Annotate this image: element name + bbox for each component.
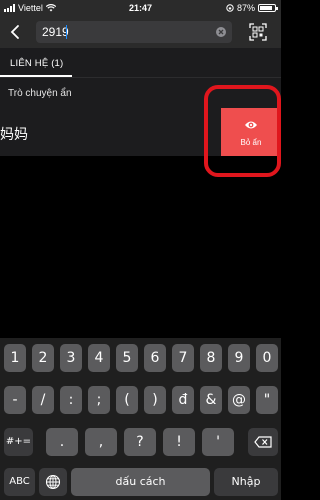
key-abc[interactable]: ABC <box>4 468 35 496</box>
status-right: 87% <box>226 3 278 13</box>
space-key[interactable]: dấu cách <box>71 468 210 496</box>
qr-scan-icon[interactable] <box>249 23 267 41</box>
key-colon[interactable]: : <box>60 386 82 414</box>
key-ampersand[interactable]: & <box>200 386 222 414</box>
search-input[interactable] <box>36 21 216 43</box>
back-chevron-icon[interactable] <box>8 23 24 41</box>
globe-icon <box>45 474 61 490</box>
key-question[interactable]: ? <box>124 428 156 456</box>
battery-icon <box>258 4 278 12</box>
key-6[interactable]: 6 <box>144 344 166 372</box>
backspace-key[interactable] <box>248 428 278 456</box>
tab-bar: LIÊN HỆ (1) <box>0 48 281 78</box>
key-9[interactable]: 9 <box>228 344 250 372</box>
key-7[interactable]: 7 <box>172 344 194 372</box>
highlight-frame <box>204 85 281 177</box>
tab-contacts[interactable]: LIÊN HỆ (1) <box>10 58 63 69</box>
key-quote[interactable]: " <box>256 386 278 414</box>
globe-key[interactable] <box>39 468 67 496</box>
key-4[interactable]: 4 <box>88 344 110 372</box>
key-0[interactable]: 0 <box>256 344 278 372</box>
key-period[interactable]: . <box>46 428 78 456</box>
contact-name: 妈妈 <box>0 127 28 143</box>
backspace-icon <box>254 436 272 448</box>
key-hyphen[interactable]: - <box>4 386 26 414</box>
search-box[interactable] <box>36 21 232 43</box>
search-header <box>0 16 281 48</box>
rotation-lock-icon <box>226 4 234 12</box>
key-more-symbols[interactable]: #+= <box>4 428 33 456</box>
key-exclamation[interactable]: ! <box>163 428 195 456</box>
key-5[interactable]: 5 <box>116 344 138 372</box>
text-caret <box>66 25 67 39</box>
key-1[interactable]: 1 <box>4 344 26 372</box>
section-title-hidden-chats: Trò chuyện ẩn <box>8 88 72 99</box>
key-d-stroke[interactable]: đ <box>172 386 194 414</box>
key-2[interactable]: 2 <box>32 344 54 372</box>
status-bar: Viettel 21:47 87% <box>0 0 281 16</box>
key-slash[interactable]: / <box>32 386 54 414</box>
key-8[interactable]: 8 <box>200 344 222 372</box>
key-3[interactable]: 3 <box>60 344 82 372</box>
battery-percent: 87% <box>236 3 255 13</box>
keyboard: 1 2 3 4 5 6 7 8 9 0 - / : ; ( ) đ & @ " … <box>0 338 281 500</box>
key-comma[interactable]: , <box>85 428 117 456</box>
key-semicolon[interactable]: ; <box>88 386 110 414</box>
tab-active-indicator <box>0 75 72 77</box>
key-at[interactable]: @ <box>228 386 250 414</box>
return-key[interactable]: Nhập <box>214 468 278 496</box>
key-apostrophe[interactable]: ' <box>202 428 234 456</box>
key-close-paren[interactable]: ) <box>144 386 166 414</box>
key-open-paren[interactable]: ( <box>116 386 138 414</box>
clear-x-icon[interactable] <box>216 27 226 37</box>
